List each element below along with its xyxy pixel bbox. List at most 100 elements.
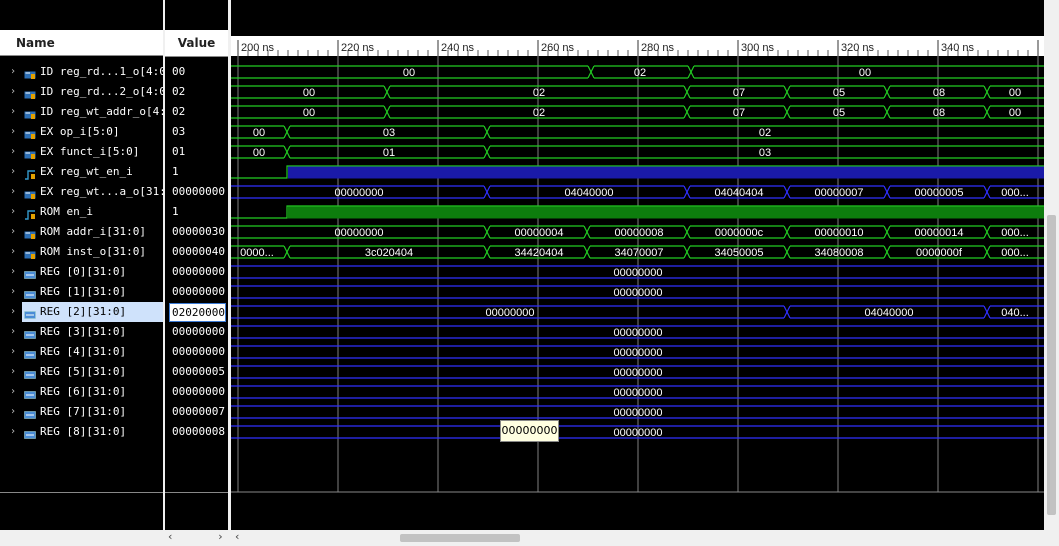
signal-value: 03	[172, 125, 186, 138]
value-horizontal-scrollbar[interactable]: ‹ ›	[165, 530, 228, 546]
bus-value-label: 00000014	[915, 227, 964, 239]
bus-value-label: 00000000	[614, 387, 663, 399]
signal-row[interactable]: › ID reg_wt_addr_o[4:0]	[0, 102, 179, 122]
bus-wave: 00000000	[231, 425, 1044, 439]
signal-row[interactable]: › ID reg_rd...1_o[4:0]	[0, 62, 172, 82]
expand-chevron-icon[interactable]: ›	[10, 262, 16, 282]
expand-chevron-icon[interactable]: ›	[10, 102, 16, 122]
signal-value: 00000008	[172, 425, 225, 438]
bus-value-label: 03	[759, 147, 771, 159]
signal-value: 1	[172, 165, 179, 178]
bus-value-label: 03	[383, 127, 395, 139]
signal-name-label: ID reg_wt_addr_o[4:0]	[40, 105, 180, 118]
expand-chevron-icon[interactable]: ›	[10, 162, 16, 182]
signal-value-cell: 00000007	[165, 402, 228, 422]
scroll-left-icon[interactable]: ‹	[167, 530, 174, 543]
wave-horizontal-scrollbar[interactable]: ‹	[231, 530, 1059, 546]
signal-row[interactable]: › ROM addr_i[31:0]	[0, 222, 163, 242]
signal-value: 00000000	[172, 285, 225, 298]
signal-row[interactable]: › ID reg_rd...2_o[4:0]	[0, 82, 172, 102]
signal-row[interactable]: › REG [5][31:0]	[0, 362, 163, 382]
bus-value-label: 00	[1009, 107, 1021, 119]
name-horizontal-scrollbar[interactable]	[0, 530, 163, 546]
tick-label: 200 ns	[241, 42, 275, 54]
value-column-header[interactable]: Value	[165, 30, 228, 57]
waveform-canvas[interactable]: 200 ns 220 ns 240 ns 260 ns 280 ns 300 ns 320 …	[231, 0, 1044, 530]
expand-chevron-icon[interactable]: ›	[10, 342, 16, 362]
signal-value-cell: 03	[165, 122, 228, 142]
signal-value-cell: 1	[165, 202, 228, 222]
expand-chevron-icon[interactable]: ›	[10, 362, 16, 382]
signal-value: 00000000	[172, 385, 225, 398]
bus-value-label: 00	[859, 67, 871, 79]
expand-chevron-icon[interactable]: ›	[10, 62, 16, 82]
expand-chevron-icon[interactable]: ›	[10, 282, 16, 302]
expand-chevron-icon[interactable]: ›	[10, 402, 16, 422]
reg-icon	[24, 387, 36, 399]
signal-value: 00000000	[172, 265, 225, 278]
signal-row[interactable]: › ROM inst_o[31:0]	[0, 242, 163, 262]
bus-value-label: 00000000	[614, 327, 663, 339]
signal-row[interactable]: › EX reg_wt...a_o[31:0]	[0, 182, 179, 202]
signal-row[interactable]: › REG [6][31:0]	[0, 382, 163, 402]
vertical-scroll-thumb[interactable]	[1047, 215, 1056, 515]
signal-row[interactable]: › REG [8][31:0]	[0, 422, 163, 442]
expand-chevron-icon[interactable]: ›	[10, 82, 16, 102]
bus-value-label: 00	[1009, 87, 1021, 99]
bus-wave: 00000000	[231, 405, 1044, 419]
waveform-svg: 200 ns 220 ns 240 ns 260 ns 280 ns 300 ns 320 …	[231, 36, 1044, 493]
bus-value-label: 00000000	[614, 267, 663, 279]
expand-chevron-icon[interactable]: ›	[10, 302, 16, 322]
expand-chevron-icon[interactable]: ›	[10, 322, 16, 342]
divider	[165, 492, 228, 493]
reg-icon	[24, 327, 36, 339]
expand-chevron-icon[interactable]: ›	[10, 222, 16, 242]
signal-row[interactable]: › REG [7][31:0]	[0, 402, 163, 422]
signal-row[interactable]: › EX reg_wt_en_i	[0, 162, 163, 182]
signal-value-cell: 00000005	[165, 362, 228, 382]
signal-row[interactable]: › REG [2][31:0]	[10, 302, 163, 322]
bus-wave: 00000000	[231, 265, 1044, 279]
signal-name-label: REG [4][31:0]	[40, 345, 127, 358]
bus-value-label: 00000000	[614, 367, 663, 379]
signal-row[interactable]: › EX op_i[5:0]	[0, 122, 163, 142]
expand-chevron-icon[interactable]: ›	[10, 182, 16, 202]
signal-row[interactable]: › REG [1][31:0]	[0, 282, 163, 302]
expand-chevron-icon[interactable]: ›	[10, 382, 16, 402]
signal-row[interactable]: › ROM en_i	[0, 202, 163, 222]
expand-chevron-icon[interactable]: ›	[10, 202, 16, 222]
expand-chevron-icon[interactable]: ›	[10, 422, 16, 442]
signal-name-label: ROM en_i	[40, 205, 93, 218]
signal-row[interactable]: › REG [0][31:0]	[0, 262, 163, 282]
signal-name-label: ID reg_rd...2_o[4:0]	[40, 85, 173, 98]
bus-value-label: 02	[759, 127, 771, 139]
bus-wave: 00000000	[231, 345, 1044, 359]
bus-wave: 00000000	[231, 365, 1044, 379]
signal-row[interactable]: › REG [4][31:0]	[0, 342, 163, 362]
scroll-right-icon[interactable]: ›	[217, 530, 224, 543]
signal-row[interactable]: › EX funct_i[5:0]	[0, 142, 163, 162]
bus-wave: 00000000 00000004 00000008 0000000c 00000010…	[231, 225, 1044, 239]
bus-wave: 00000000	[231, 385, 1044, 399]
signal-row[interactable]: › REG [3][31:0]	[0, 322, 163, 342]
signal-value-cell: 00000000	[165, 182, 228, 202]
signal-name-label: REG [3][31:0]	[40, 325, 127, 338]
expand-chevron-icon[interactable]: ›	[10, 122, 16, 142]
name-column-header[interactable]: Name	[0, 30, 163, 56]
bus-value-label: 34080008	[815, 247, 864, 259]
horizontal-scroll-thumb[interactable]	[400, 534, 520, 542]
signal-name-label: REG [7][31:0]	[40, 405, 127, 418]
signal-value[interactable]: 02020000	[169, 303, 226, 322]
bus-value-label: 05	[833, 107, 845, 119]
signal-value-cell: 00000040	[165, 242, 228, 262]
bus-value-label: 00000004	[515, 227, 564, 239]
expand-chevron-icon[interactable]: ›	[10, 242, 16, 262]
expand-chevron-icon[interactable]: ›	[10, 142, 16, 162]
scroll-left-icon[interactable]: ‹	[234, 530, 241, 543]
signal-value: 00000040	[172, 245, 225, 258]
signal-value: 02	[172, 105, 186, 118]
vertical-scrollbar[interactable]	[1044, 0, 1059, 530]
bus-value-label: 04040000	[565, 187, 614, 199]
signal-value: 00000000	[172, 345, 225, 358]
signal-name-label: REG [5][31:0]	[40, 365, 127, 378]
